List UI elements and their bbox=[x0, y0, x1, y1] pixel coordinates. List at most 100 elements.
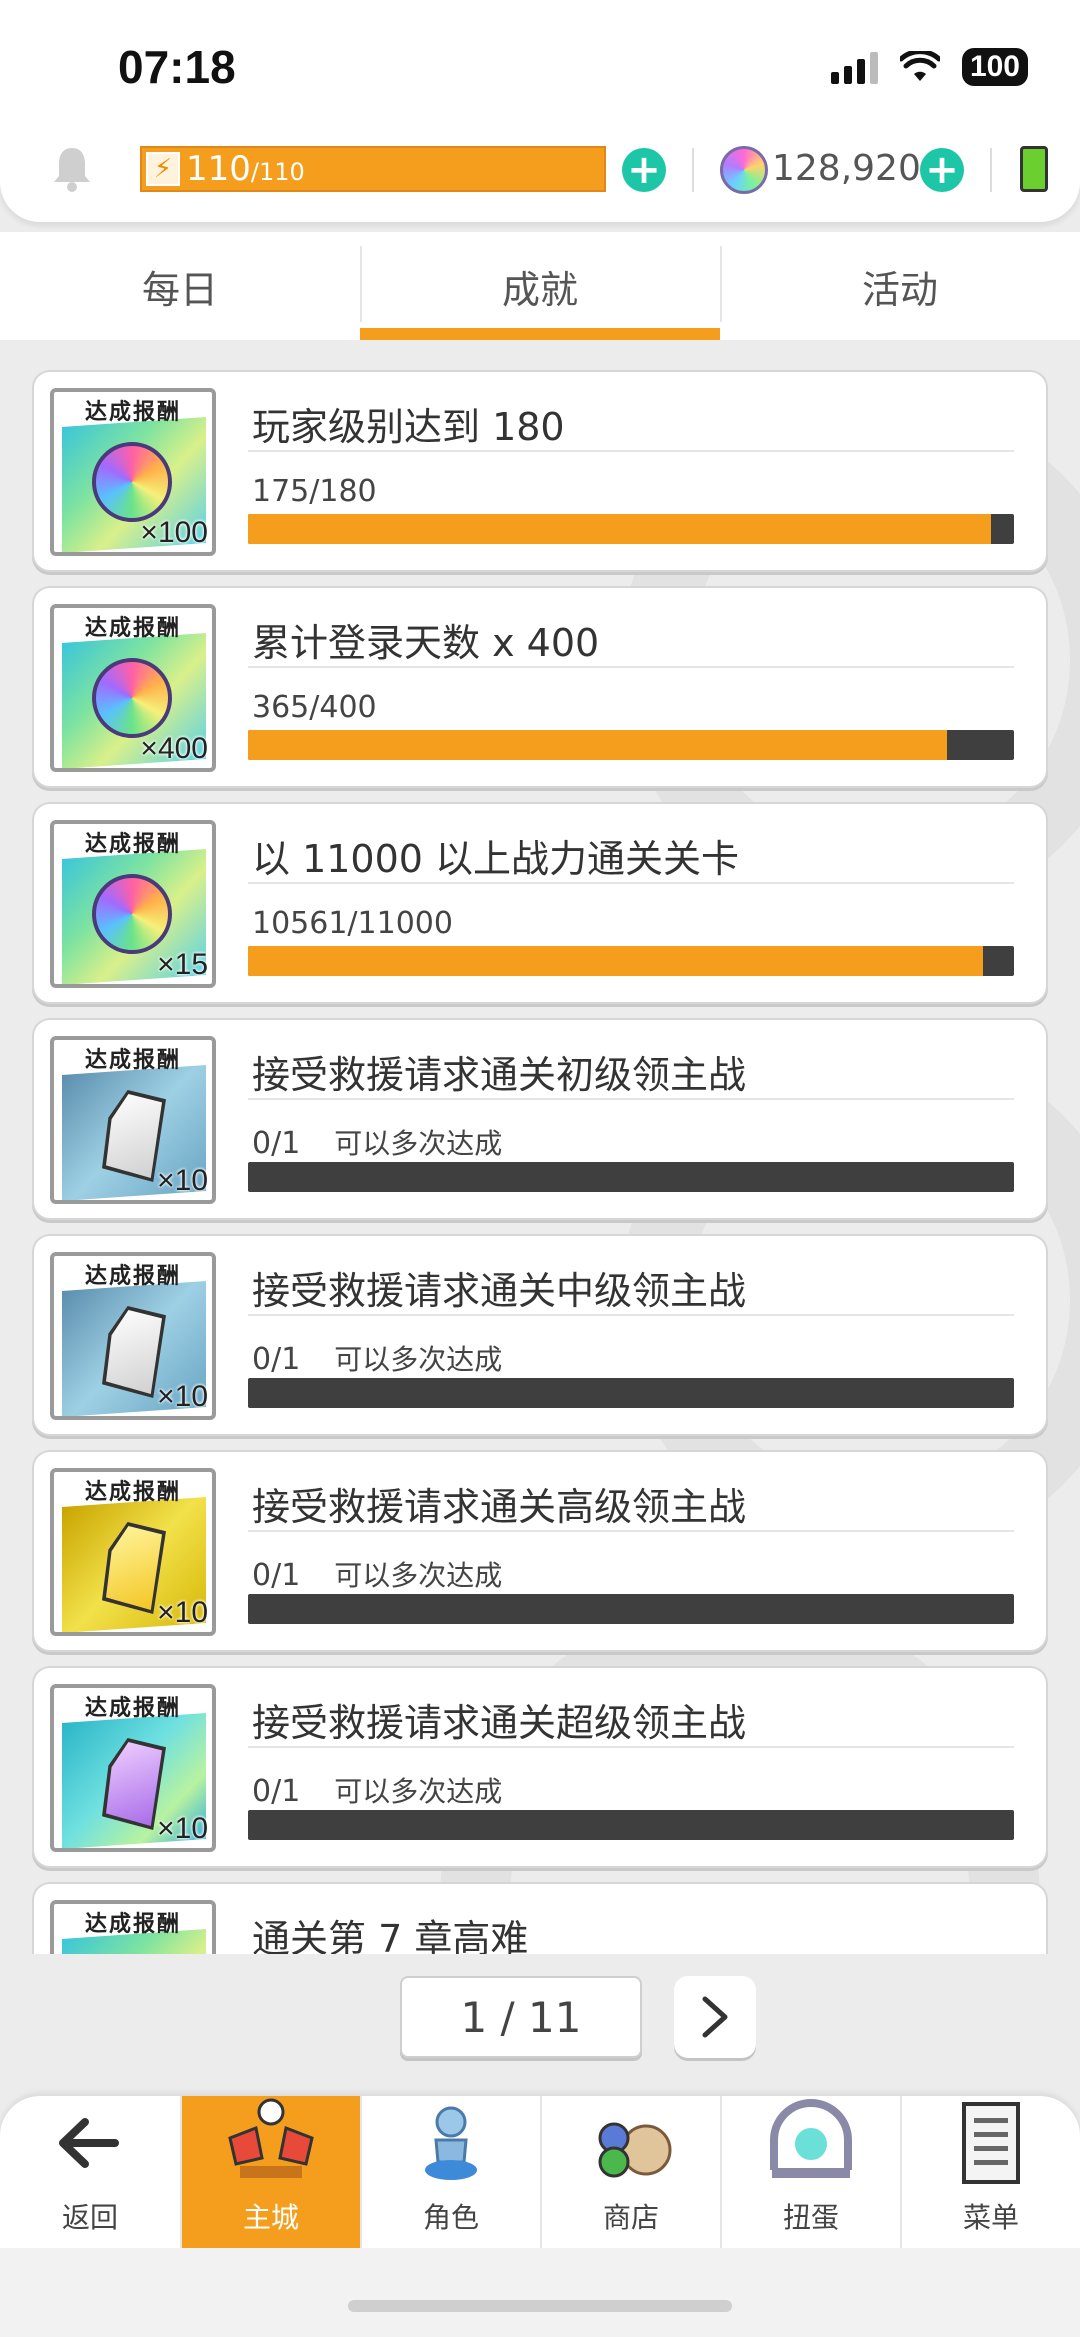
progress-value: 0/1 bbox=[252, 1126, 301, 1161]
reward-label: 达成报酬 bbox=[84, 1048, 181, 1073]
reward-quantity: ×100 bbox=[140, 516, 208, 549]
achievement-progress-text: 0/1 可以多次达成 bbox=[252, 1554, 502, 1594]
achievement-card[interactable]: 达成报酬 ×10 接受救援请求通关中级领主战 0/1 可以多次达成 bbox=[32, 1234, 1048, 1436]
energy-max: /110 bbox=[250, 158, 305, 186]
achievement-card[interactable]: 达成报酬 ×400 累计登录天数 x 400 365/400 bbox=[32, 586, 1048, 788]
notification-bell-icon[interactable] bbox=[50, 144, 94, 192]
achievement-list[interactable]: 达成报酬 ×100 玩家级别达到 180 175/180 达成报酬 ×400 累… bbox=[0, 340, 1080, 1954]
progress-bar bbox=[248, 1378, 1014, 1408]
divider bbox=[692, 148, 694, 192]
tab-bar: 每日 成就 活动 bbox=[0, 232, 1080, 340]
reward-item[interactable]: 达成报酬 ×15 bbox=[50, 820, 216, 988]
reward-item[interactable]: 达成报酬 bbox=[50, 1900, 216, 1954]
reward-label: 达成报酬 bbox=[84, 400, 181, 425]
reward-quantity: ×10 bbox=[157, 1596, 208, 1629]
achievement-progress-text: 365/400 bbox=[252, 690, 377, 725]
repeatable-note: 可以多次达成 bbox=[334, 1775, 503, 1808]
home-indicator[interactable] bbox=[348, 2300, 732, 2312]
progress-bar bbox=[248, 730, 1014, 760]
divider bbox=[248, 1314, 1014, 1316]
divider bbox=[248, 666, 1014, 668]
achievement-card[interactable]: 达成报酬 ×10 接受救援请求通关高级领主战 0/1 可以多次达成 bbox=[32, 1450, 1048, 1652]
nav-label: 扭蛋 bbox=[782, 2201, 839, 2234]
add-gems-button[interactable]: + bbox=[920, 148, 964, 192]
achievement-title: 接受救援请求通关高级领主战 bbox=[252, 1485, 747, 1529]
achievement-title: 以 11000 以上战力通关关卡 bbox=[252, 837, 740, 881]
achievement-progress-text: 175/180 bbox=[252, 474, 377, 509]
progress-bar bbox=[248, 1810, 1014, 1840]
nav-label: 商店 bbox=[602, 2201, 659, 2234]
achievement-card[interactable]: 达成报酬 ×100 玩家级别达到 180 175/180 bbox=[32, 370, 1048, 572]
tab-daily[interactable]: 每日 bbox=[0, 232, 360, 340]
repeatable-note: 可以多次达成 bbox=[334, 1559, 503, 1592]
reward-item[interactable]: 达成报酬 ×100 bbox=[50, 388, 216, 556]
divider bbox=[248, 882, 1014, 884]
nav-gacha[interactable]: 扭蛋 bbox=[720, 2096, 900, 2248]
nav-shop[interactable]: 商店 bbox=[540, 2096, 720, 2248]
page-indicator[interactable]: 1 / 11 bbox=[400, 1976, 642, 2058]
nav-back[interactable]: 返回 bbox=[0, 2096, 180, 2248]
nav-menu[interactable]: 菜单 bbox=[900, 2096, 1080, 2248]
rainbow-orb-icon bbox=[92, 658, 172, 738]
bottom-navigation: 返回 主城 角色 商店 扭蛋 菜单 bbox=[0, 2096, 1080, 2248]
reward-label: 达成报酬 bbox=[84, 1480, 181, 1505]
reward-item[interactable]: 达成报酬 ×10 bbox=[50, 1252, 216, 1420]
achievement-progress-text: 10561/11000 bbox=[252, 906, 453, 941]
nav-label: 主城 bbox=[242, 2201, 299, 2234]
reward-quantity: ×10 bbox=[157, 1164, 208, 1197]
achievement-progress-text: 0/1 可以多次达成 bbox=[252, 1770, 502, 1810]
repeatable-note: 可以多次达成 bbox=[334, 1127, 503, 1160]
next-page-button[interactable] bbox=[674, 1976, 756, 2058]
energy-bolt-icon: ⚡ bbox=[146, 152, 180, 186]
reward-label: 达成报酬 bbox=[84, 832, 181, 857]
progress-value: 175/180 bbox=[252, 474, 377, 509]
tab-achievements[interactable]: 成就 bbox=[360, 232, 720, 340]
nav-label: 返回 bbox=[61, 2201, 118, 2234]
achievement-title: 接受救援请求通关初级领主战 bbox=[252, 1053, 747, 1097]
chevron-right-icon bbox=[702, 1996, 728, 2038]
energy-value: 110/110 bbox=[186, 149, 305, 189]
shop-bag-icon bbox=[598, 2122, 672, 2178]
gacha-icon bbox=[770, 2099, 852, 2178]
divider bbox=[248, 1530, 1014, 1532]
achievement-card[interactable]: 达成报酬 通关第 7 章高难 bbox=[32, 1882, 1048, 1954]
add-energy-button[interactable]: + bbox=[622, 148, 666, 192]
nav-character[interactable]: 角色 bbox=[360, 2096, 540, 2248]
back-arrow-icon bbox=[59, 2118, 119, 2168]
castle-icon bbox=[228, 2098, 314, 2178]
reward-item[interactable]: 达成报酬 ×10 bbox=[50, 1468, 216, 1636]
achievement-card[interactable]: 达成报酬 ×10 接受救援请求通关初级领主战 0/1 可以多次达成 bbox=[32, 1018, 1048, 1220]
battery-indicator: 100 bbox=[961, 48, 1028, 86]
progress-fill bbox=[248, 514, 992, 544]
progress-value: 365/400 bbox=[252, 690, 377, 725]
divider bbox=[248, 1746, 1014, 1748]
progress-bar bbox=[248, 1594, 1014, 1624]
achievement-card[interactable]: 达成报酬 ×10 接受救援请求通关超级领主战 0/1 可以多次达成 bbox=[32, 1666, 1048, 1868]
nav-main-city[interactable]: 主城 bbox=[180, 2096, 360, 2248]
reward-label: 达成报酬 bbox=[84, 1912, 181, 1937]
reward-label: 达成报酬 bbox=[84, 1264, 181, 1289]
divider bbox=[248, 450, 1014, 452]
energy-current: 110 bbox=[186, 149, 251, 189]
achievement-title: 接受救援请求通关超级领主战 bbox=[252, 1701, 747, 1745]
reward-item[interactable]: 达成报酬 ×10 bbox=[50, 1684, 216, 1852]
tab-events[interactable]: 活动 bbox=[720, 232, 1080, 340]
reward-item[interactable]: 达成报酬 ×400 bbox=[50, 604, 216, 772]
progress-value: 0/1 bbox=[252, 1342, 301, 1377]
status-time: 07:18 bbox=[118, 41, 236, 93]
reward-quantity: ×10 bbox=[157, 1380, 208, 1413]
progress-value: 0/1 bbox=[252, 1774, 301, 1809]
achievement-title: 接受救援请求通关中级领主战 bbox=[252, 1269, 747, 1313]
progress-fill bbox=[248, 946, 984, 976]
energy-meter: ⚡ 110/110 bbox=[140, 146, 606, 192]
achievement-card[interactable]: 达成报酬 ×15 以 11000 以上战力通关关卡 10561/11000 bbox=[32, 802, 1048, 1004]
achievement-progress-text: 0/1 可以多次达成 bbox=[252, 1122, 502, 1162]
wifi-icon bbox=[899, 51, 940, 81]
divider bbox=[248, 1098, 1014, 1100]
rainbow-orb-icon bbox=[92, 442, 172, 522]
achievement-title: 通关第 7 章高难 bbox=[252, 1917, 529, 1954]
progress-value: 0/1 bbox=[252, 1558, 301, 1593]
reward-item[interactable]: 达成报酬 ×10 bbox=[50, 1036, 216, 1204]
reward-label: 达成报酬 bbox=[84, 1696, 181, 1721]
divider bbox=[990, 148, 992, 192]
